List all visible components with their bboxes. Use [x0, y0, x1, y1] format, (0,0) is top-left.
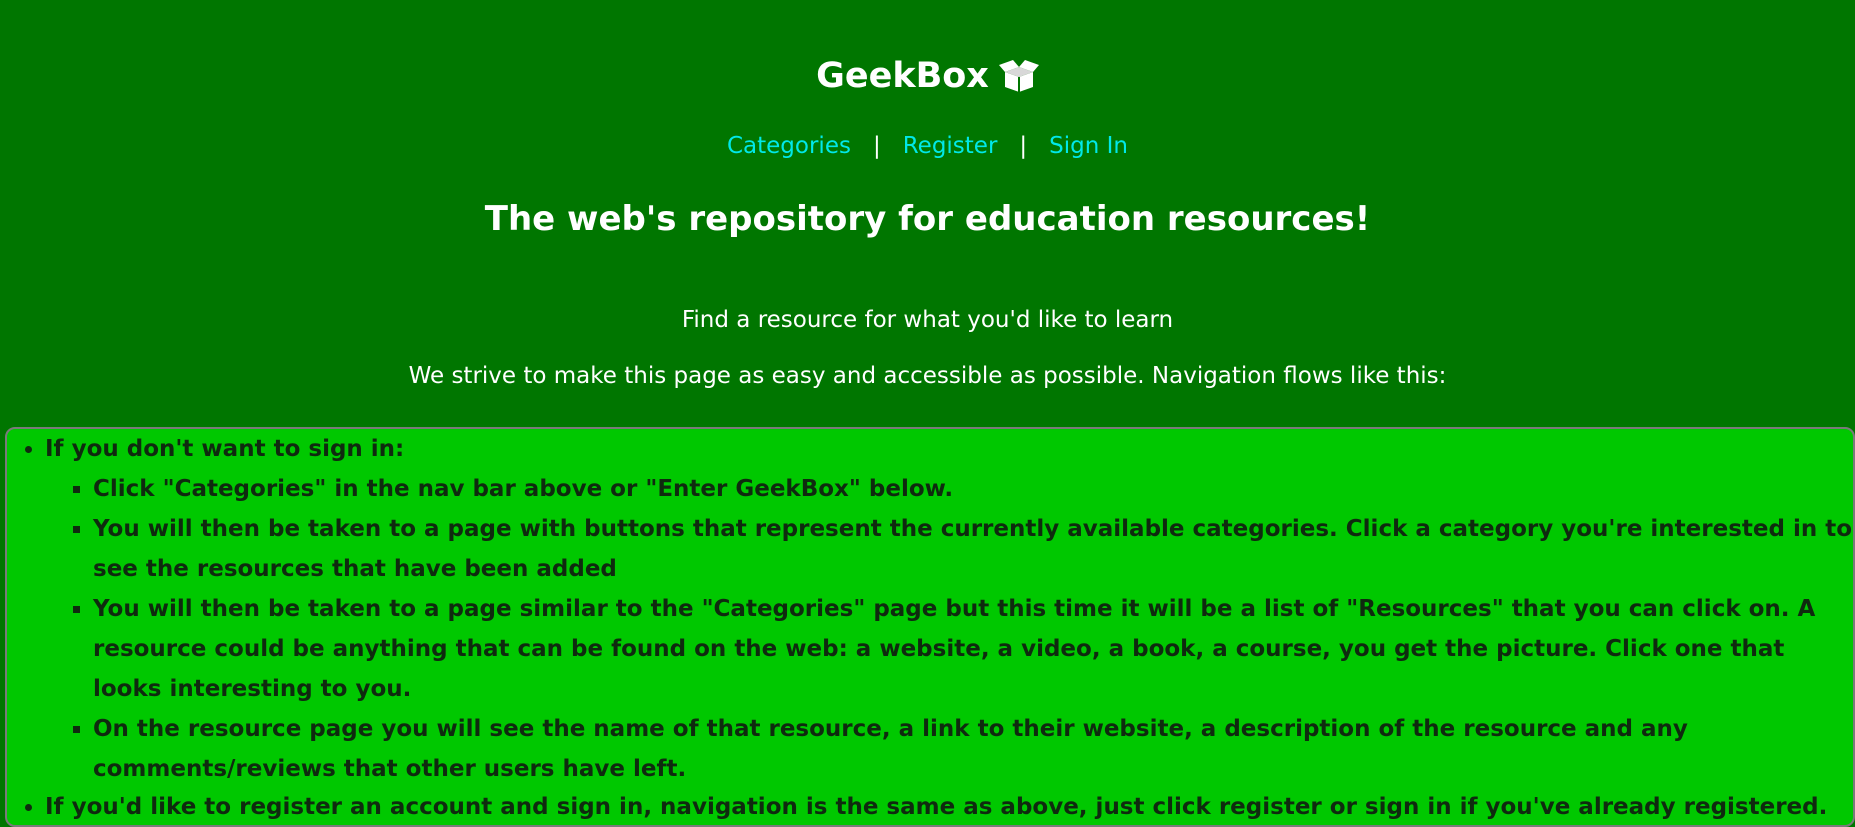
step-item: On the resource page you will see the na… [93, 709, 1853, 789]
list-item: If you don't want to sign in: Click "Cat… [45, 429, 1853, 789]
nav-link-sign-in[interactable]: Sign In [1049, 133, 1128, 159]
intro-line-1: Find a resource for what you'd like to l… [681, 307, 1174, 333]
open-box-icon [998, 60, 1039, 92]
no-signin-heading: If you don't want to sign in: [45, 436, 405, 462]
instructions-list: If you don't want to sign in: Click "Cat… [7, 429, 1853, 825]
no-signin-steps: Click "Categories" in the nav bar above … [45, 469, 1853, 789]
instructions-panel: If you don't want to sign in: Click "Cat… [5, 427, 1855, 827]
nav-link-register[interactable]: Register [903, 133, 998, 159]
step-item: Click "Categories" in the nav bar above … [93, 469, 1853, 509]
brand[interactable]: GeekBox [816, 52, 1039, 100]
register-instructions: If you'd like to register an account and… [45, 789, 1853, 825]
step-item: You will then be taken to a page similar… [93, 589, 1853, 709]
intro-line-2: We strive to make this page as easy and … [408, 363, 1447, 389]
brand-name: GeekBox [816, 56, 989, 96]
nav-link-categories[interactable]: Categories [727, 133, 851, 159]
nav-separator: | [1019, 133, 1028, 159]
page-tagline: The web's repository for education resou… [484, 199, 1371, 239]
nav-bar: Categories | Register | Sign In [0, 130, 1855, 162]
nav-separator: | [872, 133, 881, 159]
step-item: You will then be taken to a page with bu… [93, 509, 1853, 589]
site-header: GeekBox [0, 0, 1855, 108]
